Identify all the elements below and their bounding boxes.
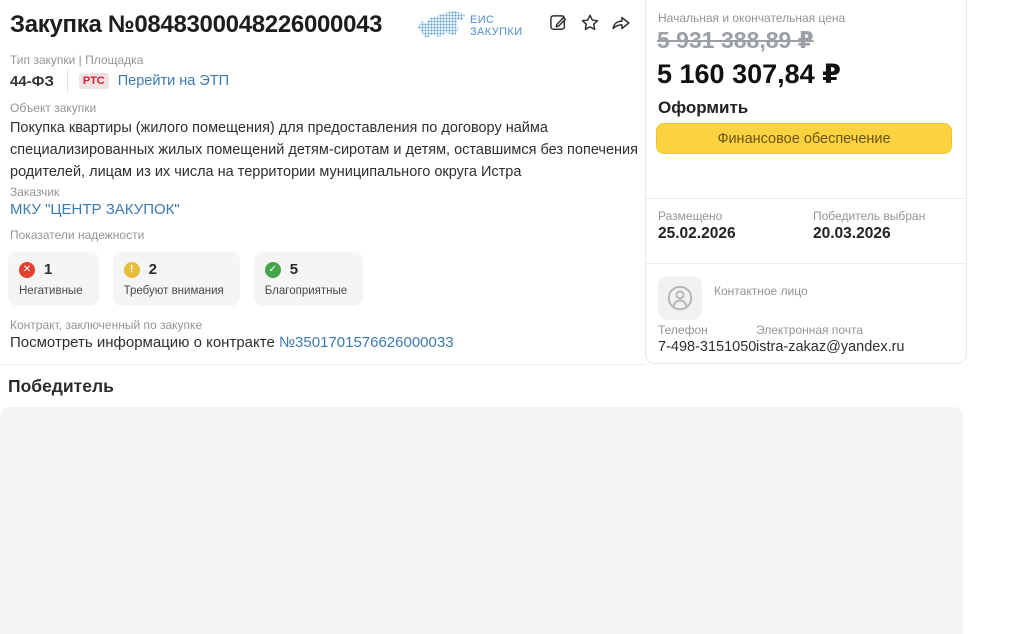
winner-card: ИП Крисюк Сергей Иванович 140000, Москов… — [0, 407, 963, 634]
price-label: Начальная и окончательная цена — [658, 11, 845, 25]
placed-label: Размещено — [658, 209, 722, 223]
initial-price: 5 931 388,89 ₽ — [657, 27, 814, 54]
customer-label: Заказчик — [10, 185, 59, 199]
badge-favorable: ✓ 5 Благоприятные — [254, 252, 363, 306]
warning-icon: ! — [124, 262, 140, 278]
phone-label: Телефон — [658, 323, 708, 337]
go-to-etp-link[interactable]: Перейти на ЭТП — [118, 73, 229, 89]
share-icon[interactable] — [610, 12, 632, 34]
edit-note-icon[interactable] — [548, 12, 570, 34]
customer-link[interactable]: МКУ "ЦЕНТР ЗАКУПОК" — [10, 201, 180, 218]
checkout-label: Оформить — [658, 98, 748, 118]
law-44fz: 44-ФЗ — [10, 73, 54, 90]
price-card: Начальная и окончательная цена 5 931 388… — [645, 0, 967, 364]
eis-logo-text: ЕИС ЗАКУПКИ — [470, 14, 523, 38]
check-icon: ✓ — [265, 262, 281, 278]
object-description: Покупка квартиры (жилого помещения) для … — [10, 117, 640, 183]
rts-platform-badge[interactable]: РТС — [79, 73, 109, 89]
badge-attention: ! 2 Требуют внимания — [113, 252, 240, 306]
contact-person-label: Контактное лицо — [714, 284, 808, 298]
final-price: 5 160 307,84 ₽ — [657, 59, 841, 90]
contract-label: Контракт, заключенный по закупке — [10, 318, 202, 332]
object-label: Объект закупки — [10, 101, 96, 115]
badge-negative: ✕ 1 Негативные — [8, 252, 99, 306]
contract-number-link[interactable]: №3501701576626000033 — [279, 334, 454, 351]
email-label: Электронная почта — [756, 323, 863, 337]
phone-value: 7-498-3151050 — [658, 339, 756, 355]
divider — [646, 198, 966, 199]
reliability-label: Показатели надежности — [10, 228, 144, 242]
law-row: 44-ФЗ РТС Перейти на ЭТП — [10, 70, 229, 92]
favorite-star-icon[interactable] — [579, 12, 601, 34]
financial-security-button[interactable]: Финансовое обеспечение — [656, 123, 952, 154]
russia-map-icon — [418, 11, 465, 40]
page-title: Закупка №0848300048226000043 — [10, 11, 382, 39]
divider — [646, 263, 966, 264]
negative-icon: ✕ — [19, 262, 35, 278]
person-icon — [665, 283, 695, 313]
title-actions — [548, 12, 632, 34]
email-value: istra-zakaz@yandex.ru — [756, 339, 905, 355]
placed-date: 25.02.2026 — [658, 225, 736, 243]
type-platform-label: Тип закупки | Площадка — [10, 53, 143, 67]
eis-zakupki-logo[interactable]: ЕИС ЗАКУПКИ — [418, 11, 523, 40]
contract-line: Посмотреть информацию о контракте №35017… — [10, 334, 454, 351]
reliability-badges: ✕ 1 Негативные ! 2 Требуют внимания ✓ 5 … — [8, 252, 363, 306]
contract-text: Посмотреть информацию о контракте — [10, 334, 279, 351]
vertical-divider — [67, 70, 68, 92]
purchase-panel: Закупка №0848300048226000043 ЕИС ЗАКУПКИ… — [0, 0, 645, 365]
winner-heading: Победитель — [8, 376, 114, 397]
contact-avatar — [658, 276, 702, 320]
winner-chosen-date: 20.03.2026 — [813, 225, 891, 243]
winner-chosen-label: Победитель выбран — [813, 209, 925, 223]
